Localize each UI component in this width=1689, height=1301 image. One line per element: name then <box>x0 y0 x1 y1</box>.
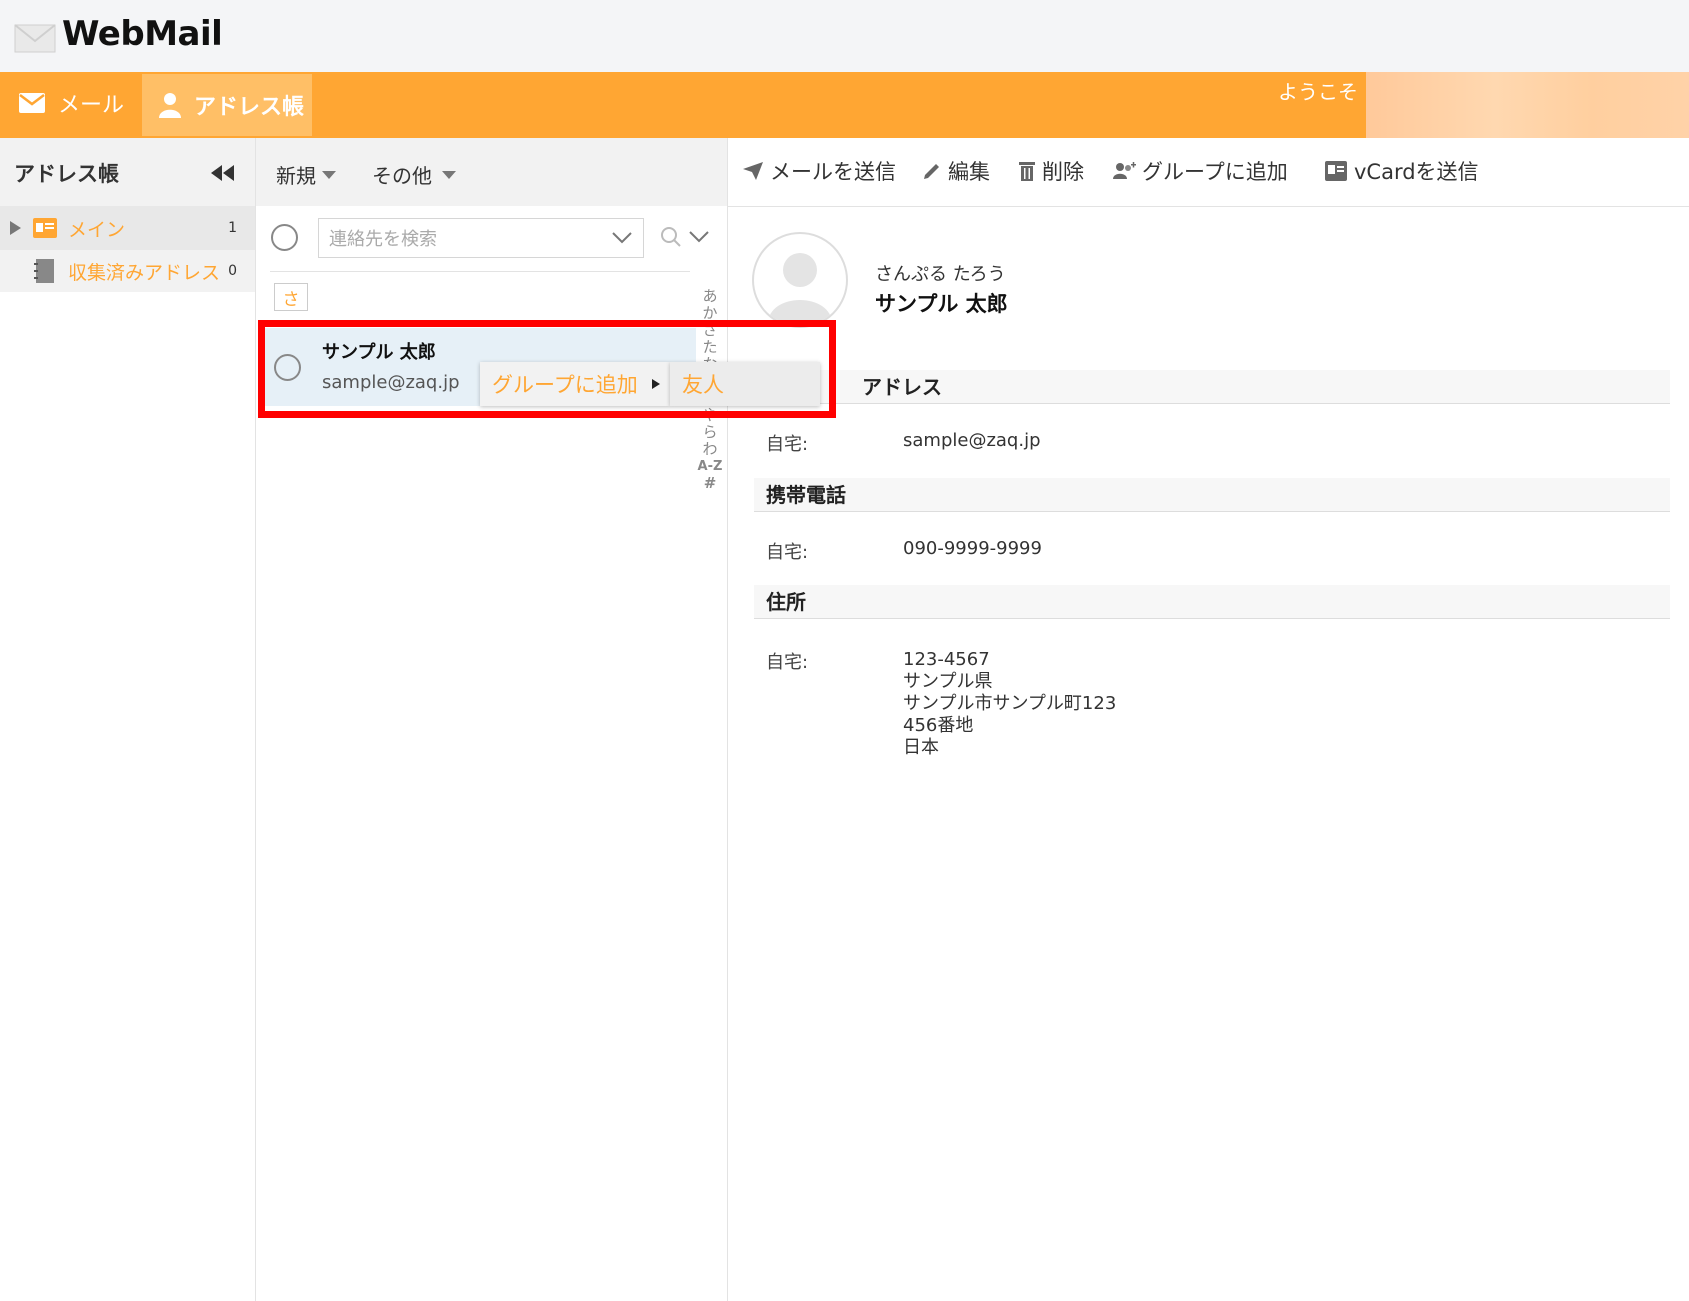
section-header-letter: さ <box>274 283 308 311</box>
contact-name-reading: さんぷる たろう <box>875 264 1006 285</box>
send-vcard-label: vCardを送信 <box>1354 160 1479 184</box>
username-redacted <box>1366 72 1689 138</box>
address-book-icon <box>34 259 54 283</box>
list-toolbar: 新規 その他 <box>256 138 727 206</box>
contact-avatar <box>752 232 848 328</box>
edit-button[interactable]: 編集 <box>922 156 990 186</box>
other-menu-label: その他 <box>372 164 432 188</box>
address-type-label: 自宅: <box>766 652 809 673</box>
sidebar-item-collected-count: 0 <box>228 263 237 279</box>
address-value: 123-4567 サンプル県 サンプル市サンプル町123 456番地 日本 <box>903 649 1116 759</box>
group-add-icon <box>1113 162 1136 179</box>
edit-label: 編集 <box>948 160 990 184</box>
expand-arrow-icon[interactable] <box>8 220 22 236</box>
contact-detail-panel: メールを送信 編集 削除 グループに追加 vCardを送信 さんぷる たろう サ… <box>728 138 1689 1301</box>
search-icon[interactable] <box>660 226 682 248</box>
nav-tab-mail-label: メール <box>58 93 125 118</box>
index-letter[interactable]: # <box>696 475 724 492</box>
contact-full-name: サンプル 太郎 <box>875 292 1008 316</box>
address-line: 123-4567 <box>903 649 990 670</box>
address-line: サンプル市サンプル町123 <box>903 693 1117 714</box>
contact-list-panel: 新規 その他 さ サンプル 太郎 sample@zaq.jp あ か さ た な… <box>256 138 728 1301</box>
top-bar <box>0 0 1689 72</box>
welcome-text: ようこそ <box>1278 80 1358 104</box>
nav-tab-address-book-label: アドレス帳 <box>194 95 305 120</box>
avatar-silhouette-icon <box>768 253 832 324</box>
address-line: 日本 <box>903 737 939 758</box>
sidebar-header: アドレス帳 <box>0 138 255 206</box>
nav-tab-address-book[interactable]: アドレス帳 <box>142 74 312 136</box>
nav-tab-mail[interactable]: メール <box>0 72 135 134</box>
section-email-header: アドレス <box>754 370 1670 404</box>
send-mail-label: メールを送信 <box>770 160 896 184</box>
address-line: 456番地 <box>903 715 974 736</box>
address-book-sidebar: アドレス帳 メイン 1 収集済みアドレス 0 <box>0 138 256 1301</box>
section-address-header: 住所 <box>754 585 1670 619</box>
new-menu-button[interactable]: 新規 <box>276 160 336 189</box>
email-value[interactable]: sample@zaq.jp <box>903 430 1041 452</box>
mail-icon <box>19 93 45 113</box>
sidebar-item-main-label: メイン <box>68 218 126 241</box>
sidebar-item-main-count: 1 <box>228 220 237 236</box>
index-letter[interactable]: ら <box>696 424 724 441</box>
trash-icon <box>1019 162 1035 181</box>
chevron-down-icon <box>442 170 456 179</box>
index-letter[interactable]: わ <box>696 441 724 458</box>
mobile-value[interactable]: 090-9999-9999 <box>903 538 1042 560</box>
other-menu-button[interactable]: その他 <box>372 160 456 189</box>
contact-card-icon <box>33 218 57 238</box>
index-letter[interactable]: あ <box>696 288 724 305</box>
search-options-chevron-icon[interactable] <box>688 230 710 244</box>
sidebar-item-collected-label: 収集済みアドレス <box>68 261 221 284</box>
chevron-down-icon[interactable] <box>611 231 633 245</box>
detail-toolbar: メールを送信 編集 削除 グループに追加 vCardを送信 <box>728 138 1689 207</box>
app-logo: WebMail <box>62 14 223 54</box>
new-menu-label: 新規 <box>276 164 316 188</box>
paper-plane-icon <box>743 162 763 180</box>
add-to-group-button[interactable]: グループに追加 <box>1112 156 1288 186</box>
index-letter[interactable]: A-Z <box>696 458 724 475</box>
add-to-group-label: グループに追加 <box>1142 160 1288 184</box>
sidebar-item-main[interactable]: メイン 1 <box>0 206 255 250</box>
email-type-label: 自宅: <box>766 434 809 455</box>
pencil-icon <box>924 164 939 179</box>
vcard-icon <box>1325 161 1347 181</box>
highlight-annotation-box <box>258 320 836 418</box>
mobile-type-label: 自宅: <box>766 542 809 563</box>
address-line: サンプル県 <box>903 671 993 692</box>
search-input[interactable] <box>319 219 611 259</box>
delete-label: 削除 <box>1042 160 1084 184</box>
send-mail-button[interactable]: メールを送信 <box>742 156 896 186</box>
search-box <box>318 218 644 259</box>
collapse-sidebar-icon[interactable] <box>210 164 236 182</box>
sidebar-item-collected[interactable]: 収集済みアドレス 0 <box>0 250 255 292</box>
envelope-logo-icon <box>14 24 56 53</box>
user-icon <box>159 93 181 118</box>
divider <box>270 271 690 272</box>
sidebar-title: アドレス帳 <box>14 162 119 186</box>
chevron-down-icon <box>322 170 336 179</box>
delete-button[interactable]: 削除 <box>1018 156 1084 186</box>
send-vcard-button[interactable]: vCardを送信 <box>1324 156 1479 186</box>
select-all-checkbox[interactable] <box>271 224 298 251</box>
section-mobile-header: 携帯電話 <box>754 478 1670 512</box>
